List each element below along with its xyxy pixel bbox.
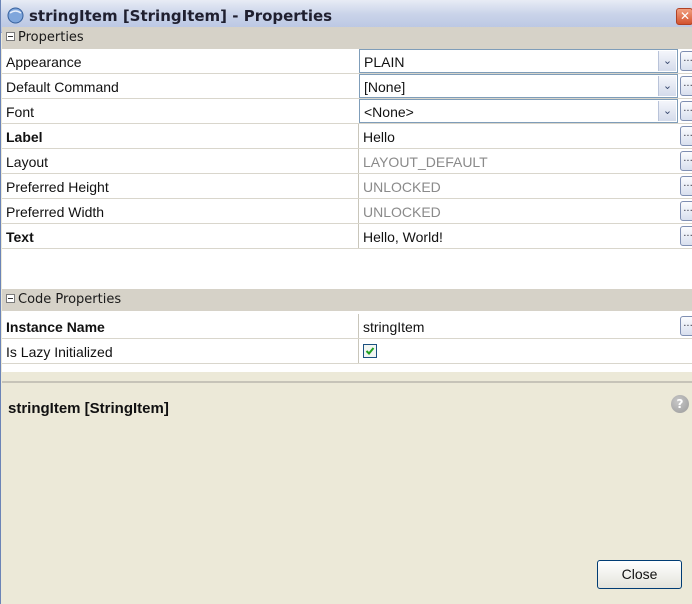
- property-name: Preferred Height: [6, 179, 109, 195]
- preferred-height-value[interactable]: UNLOCKED: [363, 179, 441, 195]
- preferred-width-value[interactable]: UNLOCKED: [363, 204, 441, 220]
- column-divider: [358, 199, 359, 223]
- close-button[interactable]: Close: [597, 560, 682, 589]
- chevron-down-icon[interactable]: ⌄: [658, 76, 676, 96]
- chevron-down-icon[interactable]: ⌄: [658, 51, 676, 71]
- column-divider: [358, 339, 359, 363]
- layout-value[interactable]: LAYOUT_DEFAULT: [363, 154, 488, 170]
- property-name: Instance Name: [6, 319, 105, 335]
- label-customize-button[interactable]: ...: [680, 126, 692, 146]
- column-divider: [358, 224, 359, 248]
- property-name: Appearance: [6, 54, 82, 70]
- column-divider: [358, 124, 359, 148]
- help-panel: stringItem [StringItem] ?: [2, 383, 692, 604]
- property-value: <None>: [364, 104, 414, 120]
- section-label: Code Properties: [18, 292, 122, 307]
- instance-name-value[interactable]: stringItem: [363, 319, 424, 335]
- instance-name-customize-button[interactable]: ...: [680, 316, 692, 336]
- property-value: PLAIN: [364, 54, 405, 70]
- property-row-preferred-height[interactable]: Preferred Height UNLOCKED ...: [2, 174, 692, 199]
- property-name: Preferred Width: [6, 204, 105, 220]
- chevron-down-icon[interactable]: ⌄: [658, 101, 676, 121]
- checkmark-icon: [365, 347, 375, 355]
- text-customize-button[interactable]: ...: [680, 226, 692, 246]
- property-row-default-command[interactable]: Default Command [None] ⌄ ...: [2, 74, 692, 99]
- property-row-is-lazy-initialized[interactable]: Is Lazy Initialized: [2, 339, 692, 364]
- property-name: Label: [6, 129, 43, 145]
- component-icon: [7, 7, 24, 24]
- column-divider: [358, 314, 359, 338]
- column-divider: [358, 174, 359, 198]
- lazy-initialized-checkbox[interactable]: [363, 344, 377, 358]
- property-row-appearance[interactable]: Appearance PLAIN ⌄ ...: [2, 49, 692, 74]
- property-name: Font: [6, 104, 35, 120]
- close-window-icon[interactable]: ✕: [676, 8, 692, 25]
- property-row-preferred-width[interactable]: Preferred Width UNLOCKED ...: [2, 199, 692, 224]
- section-label: Properties: [18, 30, 84, 45]
- window-title: stringItem [StringItem] - Properties: [29, 7, 333, 25]
- section-code-properties[interactable]: Code Properties: [2, 289, 692, 311]
- property-value: [None]: [364, 79, 406, 95]
- column-divider: [358, 149, 359, 173]
- collapse-icon[interactable]: [6, 32, 15, 41]
- preferred-height-customize-button[interactable]: ...: [680, 176, 692, 196]
- font-dropdown[interactable]: <None> ⌄: [359, 99, 678, 123]
- collapse-icon[interactable]: [6, 294, 15, 303]
- font-customize-button[interactable]: ...: [680, 101, 692, 121]
- property-row-text[interactable]: Text Hello, World! ...: [2, 224, 692, 249]
- property-name: Is Lazy Initialized: [6, 344, 113, 360]
- appearance-customize-button[interactable]: ...: [680, 51, 692, 71]
- default-command-dropdown[interactable]: [None] ⌄: [359, 74, 678, 98]
- text-value[interactable]: Hello, World!: [363, 229, 443, 245]
- label-value[interactable]: Hello: [363, 129, 395, 145]
- help-title: stringItem [StringItem]: [8, 400, 169, 417]
- default-command-customize-button[interactable]: ...: [680, 76, 692, 96]
- section-properties[interactable]: Properties: [2, 27, 692, 49]
- property-row-font[interactable]: Font <None> ⌄ ...: [2, 99, 692, 124]
- appearance-dropdown[interactable]: PLAIN ⌄: [359, 49, 678, 73]
- properties-dialog: stringItem [StringItem] - Properties ✕ P…: [0, 0, 692, 604]
- property-row-layout[interactable]: Layout LAYOUT_DEFAULT ...: [2, 149, 692, 174]
- property-name: Default Command: [6, 79, 119, 95]
- preferred-width-customize-button[interactable]: ...: [680, 201, 692, 221]
- property-name: Layout: [6, 154, 49, 170]
- property-row-label[interactable]: Label Hello ...: [2, 124, 692, 149]
- property-row-instance-name[interactable]: Instance Name stringItem ...: [2, 314, 692, 339]
- layout-customize-button[interactable]: ...: [680, 151, 692, 171]
- property-name: Text: [6, 229, 34, 245]
- help-icon[interactable]: ?: [671, 395, 689, 413]
